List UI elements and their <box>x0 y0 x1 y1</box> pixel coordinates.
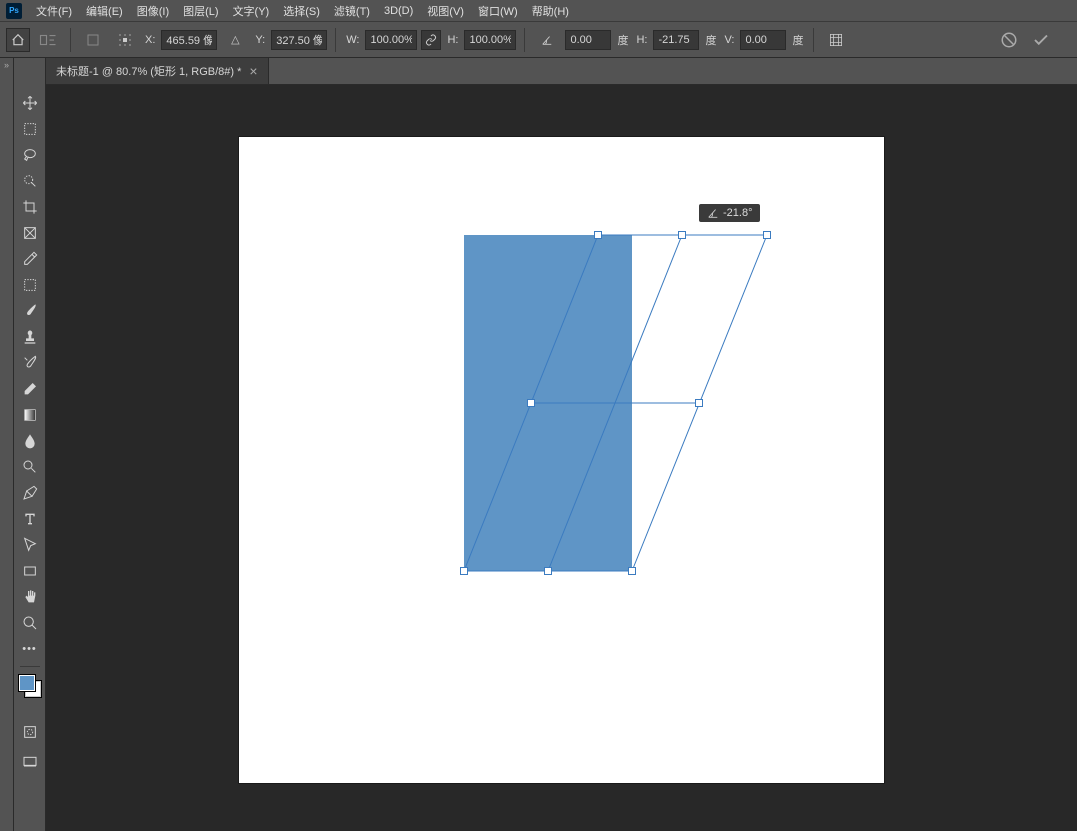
zoom-tool[interactable] <box>17 610 43 636</box>
canvas[interactable]: -21.8° <box>239 137 884 783</box>
options-bar: X: △ Y: W: H: 度 H: 度 V: 度 <box>0 22 1077 58</box>
color-swatches[interactable] <box>17 673 43 699</box>
menu-view[interactable]: 视图(V) <box>421 1 470 21</box>
y-label: Y: <box>255 34 265 46</box>
menu-edit[interactable]: 编辑(E) <box>80 1 129 21</box>
panel-toggle-left[interactable]: » <box>0 58 14 831</box>
skew-v-input[interactable] <box>740 30 786 50</box>
home-button[interactable] <box>6 28 30 52</box>
skew-h-input[interactable] <box>653 30 699 50</box>
menubar: Ps 文件(F) 编辑(E) 图像(I) 图层(L) 文字(Y) 选择(S) 滤… <box>0 0 1077 22</box>
skew-v-unit: 度 <box>792 32 803 48</box>
menu-layer[interactable]: 图层(L) <box>177 1 224 21</box>
interpolation-icon[interactable] <box>822 28 850 52</box>
handle-br[interactable] <box>628 567 636 575</box>
rectangle-shape[interactable] <box>464 235 632 571</box>
reference-point-grid[interactable] <box>111 28 139 52</box>
canvas-viewport[interactable]: -21.8° <box>46 85 1077 831</box>
angle-unit: 度 <box>617 32 628 48</box>
transform-tooltip: -21.8° <box>699 204 760 222</box>
h-label: H: <box>447 34 458 46</box>
move-tool[interactable] <box>17 90 43 116</box>
skew-h-label: H: <box>636 34 647 46</box>
frame-tool[interactable] <box>17 220 43 246</box>
x-label: X: <box>145 34 155 46</box>
menu-type[interactable]: 文字(Y) <box>227 1 276 21</box>
handle-ml[interactable] <box>527 399 535 407</box>
quick-select-tool[interactable] <box>17 168 43 194</box>
skew-h-unit: 度 <box>705 32 716 48</box>
tooltip-value: -21.8° <box>723 207 752 219</box>
skew-v-label: V: <box>724 34 734 46</box>
transform-align-icon[interactable] <box>34 28 62 52</box>
link-wh-icon[interactable] <box>421 30 441 50</box>
path-select-tool[interactable] <box>17 532 43 558</box>
angle-icon <box>533 28 561 52</box>
document-tab[interactable]: 未标题-1 @ 80.7% (矩形 1, RGB/8#) * × <box>46 58 269 84</box>
tab-bar: 未标题-1 @ 80.7% (矩形 1, RGB/8#) * × <box>46 58 1077 85</box>
healing-tool[interactable] <box>17 272 43 298</box>
eraser-tool[interactable] <box>17 376 43 402</box>
text-tool[interactable] <box>17 506 43 532</box>
pen-tool[interactable] <box>17 480 43 506</box>
w-input[interactable] <box>365 30 417 50</box>
angle-input[interactable] <box>565 30 611 50</box>
history-brush-tool[interactable] <box>17 350 43 376</box>
handle-tr[interactable] <box>763 231 771 239</box>
x-input[interactable] <box>161 30 217 50</box>
app-icon: Ps <box>6 3 22 19</box>
menu-filter[interactable]: 滤镜(T) <box>328 1 376 21</box>
tab-title: 未标题-1 @ 80.7% (矩形 1, RGB/8#) * <box>56 63 241 79</box>
dodge-tool[interactable] <box>17 454 43 480</box>
y-input[interactable] <box>271 30 327 50</box>
reference-point-toggle[interactable] <box>79 28 107 52</box>
hand-tool[interactable] <box>17 584 43 610</box>
h-input[interactable] <box>464 30 516 50</box>
document-area: 未标题-1 @ 80.7% (矩形 1, RGB/8#) * × <box>46 58 1077 831</box>
stamp-tool[interactable] <box>17 324 43 350</box>
handle-mr[interactable] <box>695 399 703 407</box>
menu-select[interactable]: 选择(S) <box>277 1 326 21</box>
eyedropper-tool[interactable] <box>17 246 43 272</box>
cancel-transform-icon[interactable] <box>999 30 1019 50</box>
crop-tool[interactable] <box>17 194 43 220</box>
handle-tm[interactable] <box>678 231 686 239</box>
commit-transform-icon[interactable] <box>1031 30 1051 50</box>
marquee-tool[interactable] <box>17 116 43 142</box>
menu-file[interactable]: 文件(F) <box>30 1 78 21</box>
rectangle-tool[interactable] <box>17 558 43 584</box>
foreground-color-swatch[interactable] <box>19 675 35 691</box>
tab-close-icon[interactable]: × <box>249 63 257 79</box>
delta-icon[interactable]: △ <box>221 28 249 52</box>
edit-toolbar[interactable]: ••• <box>17 636 43 662</box>
handle-bm[interactable] <box>544 567 552 575</box>
lasso-tool[interactable] <box>17 142 43 168</box>
screen-mode-tool[interactable] <box>17 749 43 775</box>
menu-window[interactable]: 窗口(W) <box>472 1 524 21</box>
menu-3d[interactable]: 3D(D) <box>378 3 419 19</box>
menu-image[interactable]: 图像(I) <box>131 1 175 21</box>
brush-tool[interactable] <box>17 298 43 324</box>
quick-mask-tool[interactable] <box>17 719 43 745</box>
handle-bl[interactable] <box>460 567 468 575</box>
w-label: W: <box>346 34 359 46</box>
blur-tool[interactable] <box>17 428 43 454</box>
gradient-tool[interactable] <box>17 402 43 428</box>
handle-tl[interactable] <box>594 231 602 239</box>
menu-help[interactable]: 帮助(H) <box>526 1 575 21</box>
toolbar: ••• <box>14 58 46 831</box>
